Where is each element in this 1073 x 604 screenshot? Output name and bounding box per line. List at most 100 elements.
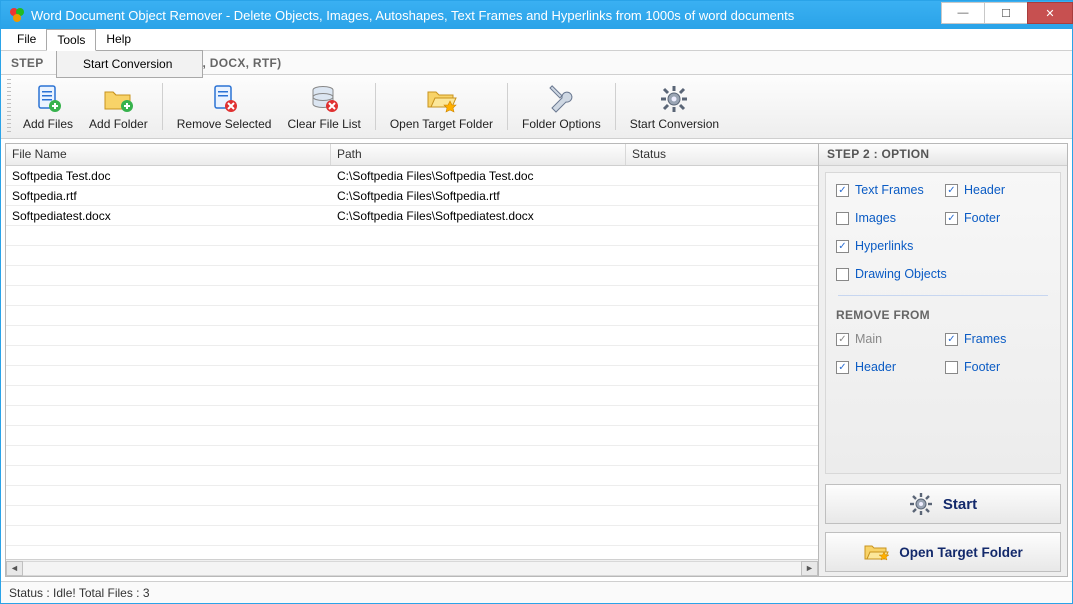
folder-add-icon (102, 83, 134, 115)
window-buttons: — ☐ ✕ (941, 1, 1072, 29)
close-button[interactable]: ✕ (1027, 2, 1073, 24)
cell-file-name: Softpedia.rtf (6, 189, 331, 203)
table-row (6, 346, 818, 366)
option-text-frames[interactable]: ✓ Text Frames (836, 183, 941, 197)
app-window: Word Document Object Remover - Delete Ob… (0, 0, 1073, 604)
option-label: Footer (964, 211, 1000, 225)
option-label: Footer (964, 360, 1000, 374)
menu-file[interactable]: File (7, 29, 46, 51)
option-images[interactable]: Images (836, 211, 941, 225)
folder-options-button[interactable]: Folder Options (514, 79, 609, 134)
start-button[interactable]: Start (825, 484, 1061, 524)
option-label: Frames (964, 332, 1006, 346)
cell-path: C:\Softpedia Files\Softpedia.rtf (331, 189, 626, 203)
maximize-button[interactable]: ☐ (984, 2, 1028, 24)
table-row (6, 446, 818, 466)
menu-help[interactable]: Help (96, 29, 141, 51)
option-header[interactable]: ✓ Header (945, 183, 1050, 197)
tools-start-conversion-item[interactable]: Start Conversion (59, 53, 200, 75)
add-files-label: Add Files (23, 117, 73, 131)
scroll-track[interactable] (23, 561, 801, 576)
start-conversion-button[interactable]: Start Conversion (622, 79, 727, 134)
col-path[interactable]: Path (331, 144, 626, 165)
clear-file-list-button[interactable]: Clear File List (279, 79, 368, 134)
tools-dropdown: Start Conversion (56, 50, 203, 78)
option-label: Text Frames (855, 183, 924, 197)
toolbar-separator (615, 83, 616, 130)
checkbox-icon[interactable] (945, 361, 958, 374)
database-clear-icon (308, 83, 340, 115)
side-panel: STEP 2 : OPTION ✓ Text Frames ✓ Header I… (819, 144, 1067, 576)
wrench-screwdriver-icon (545, 83, 577, 115)
open-target-folder-side-button[interactable]: Open Target Folder (825, 532, 1061, 572)
table-row (6, 466, 818, 486)
add-folder-button[interactable]: Add Folder (81, 79, 156, 134)
remove-selected-label: Remove Selected (177, 117, 272, 131)
table-row (6, 506, 818, 526)
step2-header: STEP 2 : OPTION (819, 144, 1067, 166)
option-label: Main (855, 332, 882, 346)
checkbox-icon[interactable] (836, 212, 849, 225)
step1-fragment-left: STEP (11, 56, 44, 70)
table-row (6, 266, 818, 286)
cell-path: C:\Softpedia Files\Softpediatest.docx (331, 209, 626, 223)
open-target-folder-side-label: Open Target Folder (899, 545, 1023, 560)
option-drawing-objects[interactable]: Drawing Objects (836, 267, 1050, 281)
remove-from-header[interactable]: ✓ Header (836, 360, 941, 374)
col-file-name[interactable]: File Name (6, 144, 331, 165)
remove-from-frames[interactable]: ✓ Frames (945, 332, 1050, 346)
menu-tools[interactable]: Tools (46, 29, 96, 51)
add-files-button[interactable]: Add Files (15, 79, 81, 134)
checkbox-icon[interactable]: ✓ (945, 212, 958, 225)
toolbar-separator (162, 83, 163, 130)
cell-path: C:\Softpedia Files\Softpedia Test.doc (331, 169, 626, 183)
gear-icon (658, 83, 690, 115)
cell-file-name: Softpediatest.docx (6, 209, 331, 223)
cell-file-name: Softpedia Test.doc (6, 169, 331, 183)
grid-body[interactable]: Softpedia Test.doc C:\Softpedia Files\So… (6, 166, 818, 559)
open-target-folder-label: Open Target Folder (390, 117, 493, 131)
minimize-button[interactable]: — (941, 2, 985, 24)
scroll-left-button[interactable]: ◄ (6, 561, 23, 576)
table-row[interactable]: Softpedia.rtf C:\Softpedia Files\Softped… (6, 186, 818, 206)
option-label: Hyperlinks (855, 239, 913, 253)
file-grid: File Name Path Status Softpedia Test.doc… (6, 144, 819, 576)
table-row (6, 286, 818, 306)
checkbox-icon[interactable]: ✓ (836, 240, 849, 253)
clear-file-list-label: Clear File List (287, 117, 360, 131)
remove-from-main[interactable]: ✓ Main (836, 332, 941, 346)
step1-fragment-right: C, DOCX, RTF) (194, 56, 282, 70)
table-row (6, 546, 818, 559)
scroll-right-button[interactable]: ► (801, 561, 818, 576)
table-row (6, 386, 818, 406)
status-text: Status : Idle! Total Files : 3 (9, 586, 150, 600)
table-row[interactable]: Softpedia Test.doc C:\Softpedia Files\So… (6, 166, 818, 186)
table-row (6, 366, 818, 386)
checkbox-icon[interactable]: ✓ (836, 361, 849, 374)
option-hyperlinks[interactable]: ✓ Hyperlinks (836, 239, 1050, 253)
window-title: Word Document Object Remover - Delete Ob… (31, 8, 941, 23)
menu-bar: File Tools Help Start Conversion (1, 29, 1072, 51)
horizontal-scrollbar[interactable]: ◄ ► (6, 559, 818, 576)
option-footer[interactable]: ✓ Footer (945, 211, 1050, 225)
remove-from-footer[interactable]: Footer (945, 360, 1050, 374)
checkbox-icon[interactable]: ✓ (945, 184, 958, 197)
checkbox-icon[interactable]: ✓ (945, 333, 958, 346)
folder-open-star-icon (863, 541, 889, 563)
option-label: Drawing Objects (855, 267, 947, 281)
table-row (6, 326, 818, 346)
table-row (6, 486, 818, 506)
toolbar-separator (507, 83, 508, 130)
checkbox-icon[interactable]: ✓ (836, 333, 849, 346)
table-row[interactable]: Softpediatest.docx C:\Softpedia Files\So… (6, 206, 818, 226)
toolbar: Add Files Add Folder Remove Selected Cle… (1, 75, 1072, 139)
col-status[interactable]: Status (626, 144, 818, 165)
start-button-label: Start (943, 496, 977, 513)
grid-header: File Name Path Status (6, 144, 818, 166)
remove-from-header: REMOVE FROM (836, 308, 1050, 322)
table-row (6, 306, 818, 326)
open-target-folder-button[interactable]: Open Target Folder (382, 79, 501, 134)
remove-selected-button[interactable]: Remove Selected (169, 79, 280, 134)
checkbox-icon[interactable] (836, 268, 849, 281)
checkbox-icon[interactable]: ✓ (836, 184, 849, 197)
